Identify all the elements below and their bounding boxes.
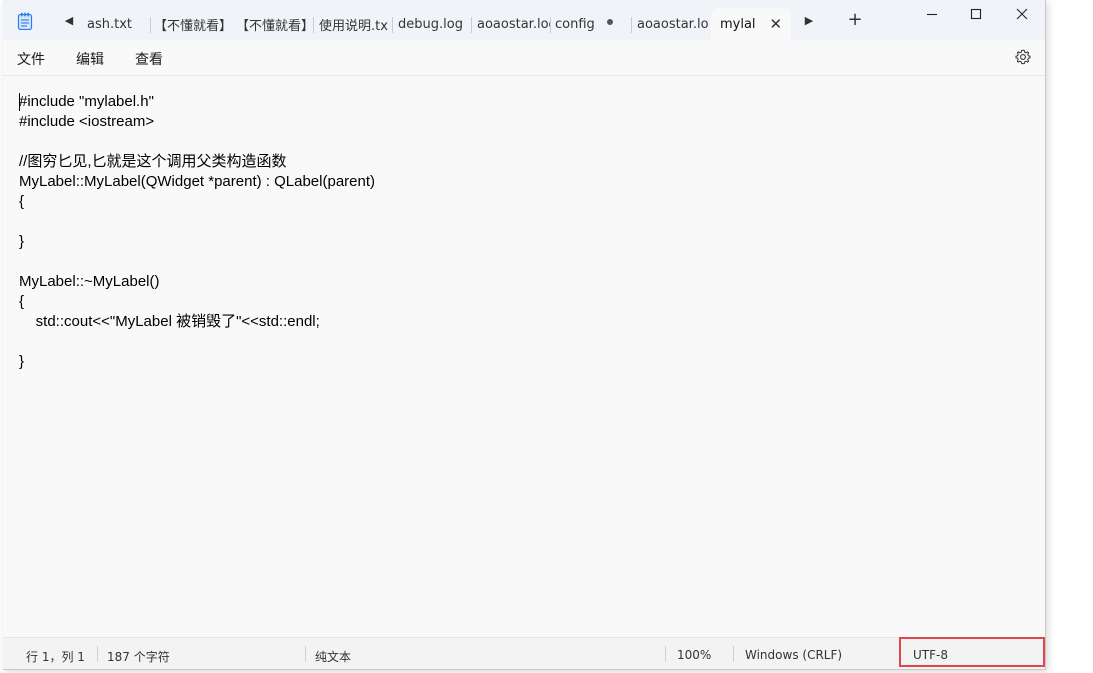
- tab-label: 【不懂就看】: [236, 18, 314, 34]
- tab-config[interactable]: config: [555, 8, 632, 40]
- status-divider: [733, 646, 734, 662]
- tab-label: aoaostar.log: [637, 16, 709, 32]
- settings-gear-icon[interactable]: [1015, 49, 1031, 65]
- title-bar: ◀ ash.txt 【不懂就看】 【不懂就看】 使用说明.tx debug.lo…: [3, 0, 1045, 40]
- tab-label: ash.txt: [87, 16, 132, 32]
- editor-content[interactable]: #include "mylabel.h" #include <iostream>…: [19, 92, 375, 372]
- text-caret: [19, 93, 20, 111]
- status-line-ending[interactable]: Windows (CRLF): [745, 648, 842, 662]
- triangle-left-icon: ◀: [64, 13, 74, 27]
- status-format: 纯文本: [315, 650, 352, 664]
- status-char-count: 187 个字符: [107, 650, 170, 664]
- status-cursor-position: 行 1，列 1: [26, 650, 85, 664]
- tab-label: 【不懂就看】: [154, 18, 233, 34]
- scroll-tabs-left-button[interactable]: ◀: [61, 12, 77, 28]
- plus-icon: +: [847, 9, 863, 30]
- tab-label: config: [555, 16, 595, 32]
- status-encoding[interactable]: UTF-8: [913, 648, 948, 662]
- tab-bu-dong-jiu-kan-2[interactable]: 【不懂就看】: [236, 8, 314, 40]
- menu-bar: 文件 编辑 查看: [3, 40, 1045, 76]
- status-bar: 行 1，列 1 187 个字符 纯文本 100% Windows (CRLF) …: [3, 637, 1045, 669]
- minimize-icon: [927, 13, 937, 16]
- tab-aoaostar-log-1[interactable]: aoaostar.log: [475, 8, 551, 40]
- close-icon: [1016, 8, 1028, 20]
- maximize-icon: [970, 8, 982, 20]
- text-editor-area[interactable]: #include "mylabel.h" #include <iostream>…: [3, 76, 1045, 636]
- tab-label: debug.log: [398, 16, 463, 32]
- status-divider: [305, 646, 306, 662]
- status-divider: [665, 646, 666, 662]
- status-zoom[interactable]: 100%: [677, 648, 711, 662]
- menu-view[interactable]: 查看: [135, 49, 163, 69]
- close-window-button[interactable]: [999, 0, 1045, 28]
- menu-file[interactable]: 文件: [17, 49, 45, 69]
- maximize-button[interactable]: [953, 0, 999, 28]
- tab-label: aoaostar.log: [477, 16, 551, 32]
- scroll-tabs-right-button[interactable]: ▶: [801, 12, 817, 28]
- tab-ash-txt[interactable]: ash.txt: [87, 8, 151, 40]
- tab-mylabel-active[interactable]: mylal ✕: [711, 8, 791, 40]
- tab-shi-yong-shuo-ming[interactable]: 使用说明.tx: [317, 8, 393, 40]
- notepad-app-icon: [17, 12, 33, 30]
- tab-bu-dong-jiu-kan-1[interactable]: 【不懂就看】: [154, 8, 234, 40]
- menu-edit[interactable]: 编辑: [76, 49, 104, 69]
- status-divider: [97, 646, 98, 662]
- triangle-right-icon: ▶: [804, 13, 814, 27]
- unsaved-dot-icon: [607, 19, 613, 25]
- tab-aoaostar-log-2[interactable]: aoaostar.log: [635, 8, 709, 40]
- tab-debug-log[interactable]: debug.log: [396, 8, 472, 40]
- new-tab-button[interactable]: +: [845, 10, 865, 30]
- notepad-window: ◀ ash.txt 【不懂就看】 【不懂就看】 使用说明.tx debug.lo…: [3, 0, 1046, 670]
- close-tab-icon[interactable]: ✕: [770, 15, 783, 33]
- tab-label: 使用说明.tx: [319, 18, 388, 34]
- tab-label: mylal: [720, 16, 756, 32]
- minimize-button[interactable]: [909, 0, 955, 28]
